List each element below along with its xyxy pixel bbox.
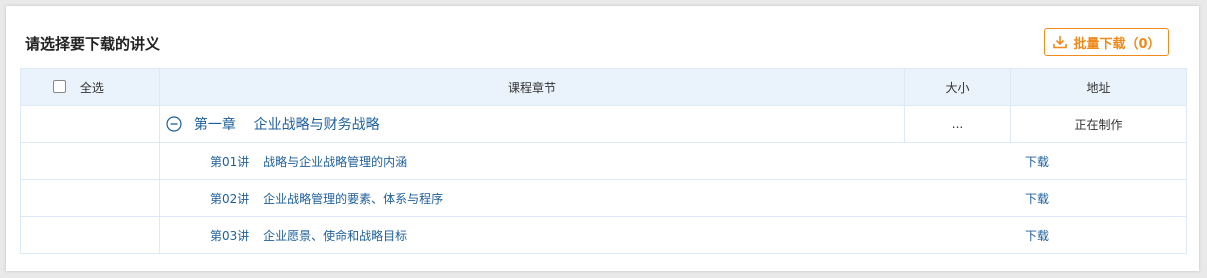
lecture-check-cell xyxy=(20,142,160,180)
collapse-icon[interactable] xyxy=(166,116,182,132)
lecture-title: 企业战略管理的要素、体系与程序 xyxy=(263,191,444,206)
lecture-row: 第03讲 企业愿景、使命和战略目标 下载 xyxy=(20,216,1187,254)
lecture-name-cell: 第02讲 企业战略管理的要素、体系与程序 xyxy=(159,179,905,217)
lecture-size-cell xyxy=(904,216,1011,254)
download-link[interactable]: 下载 xyxy=(1025,192,1049,206)
lecture-number: 第03讲 xyxy=(210,228,250,243)
chapter-title: 企业战略与财务战略 xyxy=(253,117,380,133)
lecture-number: 第02讲 xyxy=(210,191,250,206)
size-column-header: 大小 xyxy=(904,68,1011,106)
select-all-checkbox[interactable] xyxy=(53,79,66,93)
chapter-row: 第一章 企业战略与财务战略 ... 正在制作 xyxy=(20,105,1187,143)
chapter-status: 正在制作 xyxy=(1010,105,1187,143)
lecture-name-cell: 第01讲 战略与企业战略管理的内涵 xyxy=(159,142,905,180)
batch-download-button[interactable]: 批量下载（0） xyxy=(1044,28,1169,56)
chapter-check-cell xyxy=(20,105,160,143)
table-header-row: 全选 课程章节 大小 地址 xyxy=(20,68,1187,106)
lecture-action-cell: 下载 xyxy=(1010,216,1187,254)
address-column-header: 地址 xyxy=(1010,68,1187,106)
lecture-size-cell xyxy=(904,179,1011,217)
lecture-size-cell xyxy=(904,142,1011,180)
lecture-row: 第02讲 企业战略管理的要素、体系与程序 下载 xyxy=(20,179,1187,217)
lecture-row: 第01讲 战略与企业战略管理的内涵 下载 xyxy=(20,142,1187,180)
handout-table: 全选 课程章节 大小 地址 第一章 企业战略与财务战略 ... 正在制作 第01… xyxy=(20,68,1187,254)
handout-download-panel: 请选择要下载的讲义 批量下载（0） 全选 课程章节 大小 地址 第一章 企业战略… xyxy=(6,6,1199,271)
lecture-title: 企业愿景、使命和战略目标 xyxy=(263,228,408,243)
lecture-number: 第01讲 xyxy=(210,154,250,169)
chapter-name-cell: 第一章 企业战略与财务战略 xyxy=(159,105,905,143)
chapter-number: 第一章 xyxy=(193,117,236,133)
batch-download-label: 批量下载（0） xyxy=(1073,36,1161,52)
select-all-label: 全选 xyxy=(79,80,104,95)
lecture-action-cell: 下载 xyxy=(1010,179,1187,217)
panel-title: 请选择要下载的讲义 xyxy=(25,35,161,53)
select-all-header: 全选 xyxy=(20,68,160,106)
chapter-column-header: 课程章节 xyxy=(159,68,905,106)
lecture-check-cell xyxy=(20,216,160,254)
lecture-check-cell xyxy=(20,179,160,217)
download-link[interactable]: 下载 xyxy=(1025,155,1049,169)
download-link[interactable]: 下载 xyxy=(1025,229,1049,243)
download-icon xyxy=(1053,36,1068,49)
lecture-name-cell: 第03讲 企业愿景、使命和战略目标 xyxy=(159,216,905,254)
lecture-title: 战略与企业战略管理的内涵 xyxy=(263,154,408,169)
chapter-size: ... xyxy=(904,105,1011,143)
lecture-action-cell: 下载 xyxy=(1010,142,1187,180)
